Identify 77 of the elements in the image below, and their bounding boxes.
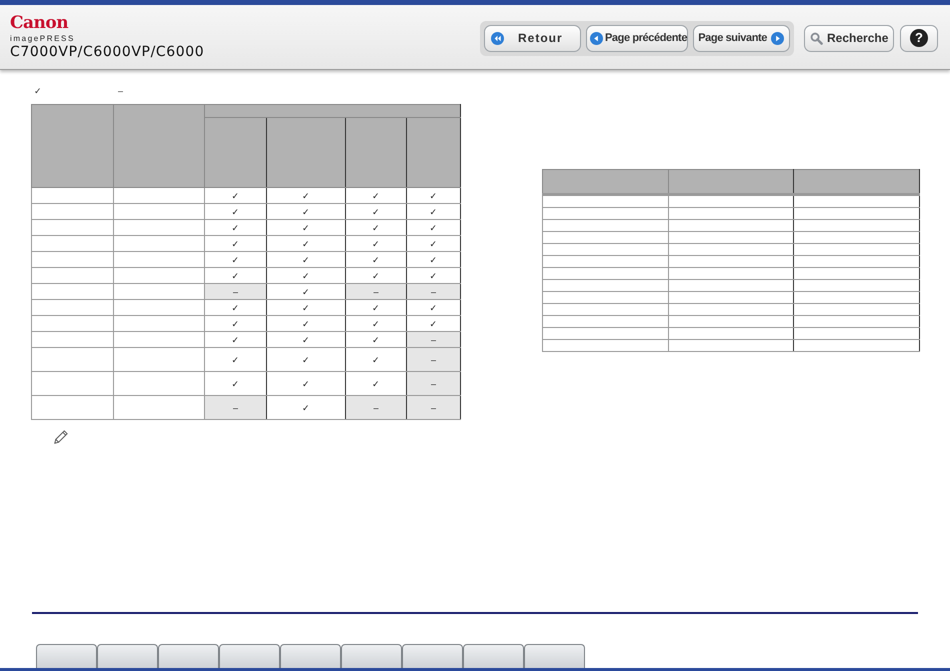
table-cell: ✓ <box>266 188 346 204</box>
table-cell: ✓ <box>266 396 346 420</box>
table-cell: ✓ <box>266 204 346 220</box>
table-cell: ✓ <box>406 188 460 204</box>
table-cell: ✓ <box>346 300 406 316</box>
table-cell: ✓ <box>346 316 406 332</box>
header-cell <box>406 118 460 188</box>
table-cell: ✓ <box>266 348 346 372</box>
table-cell: ✓ <box>266 316 346 332</box>
table-cell: ✓ <box>346 204 406 220</box>
table-cell: ✓ <box>266 268 346 284</box>
nav-tab[interactable] <box>280 644 341 668</box>
nav-tab[interactable] <box>463 644 524 668</box>
help-button[interactable]: ? <box>900 24 938 52</box>
table-cell: ✓ <box>406 236 460 252</box>
table-cell: ✓ <box>266 284 346 300</box>
table-cell: ✓ <box>204 220 266 236</box>
brand-logo: Canon <box>10 14 68 32</box>
table-cell: – <box>406 396 460 420</box>
nav-tab[interactable] <box>341 644 402 668</box>
header-cell <box>346 118 406 188</box>
table-cell: – <box>346 396 406 420</box>
header-cell <box>204 118 266 188</box>
legend-symbol: ✓ <box>34 86 43 96</box>
nav-tab[interactable] <box>219 644 280 668</box>
table-cell: ✓ <box>406 316 460 332</box>
table-cell: ✓ <box>346 348 406 372</box>
table-cell: ✓ <box>266 236 346 252</box>
table-cell: ✓ <box>406 268 460 284</box>
table-cell: ✓ <box>266 220 346 236</box>
toolbar-button[interactable]: Retour <box>484 24 581 52</box>
table-cell: ✓ <box>346 268 406 284</box>
table-cell: ✓ <box>266 300 346 316</box>
nav-tab[interactable] <box>158 644 219 668</box>
table-cell: ✓ <box>204 188 266 204</box>
table-cell: ✓ <box>406 220 460 236</box>
table-cell: – <box>204 284 266 300</box>
nav-tab[interactable] <box>97 644 158 668</box>
table-cell: ✓ <box>346 220 406 236</box>
nav-tab[interactable] <box>36 644 97 668</box>
nav-tab[interactable] <box>402 644 463 668</box>
table-cell: – <box>346 284 406 300</box>
nav-tab[interactable] <box>524 644 585 668</box>
table-cell: ✓ <box>204 372 266 396</box>
table-cell: ✓ <box>346 332 406 348</box>
table-cell: ✓ <box>204 204 266 220</box>
table-cell: ✓ <box>204 268 266 284</box>
table-cell: ✓ <box>204 300 266 316</box>
toolbar-button[interactable]: Page suivante <box>693 24 790 52</box>
table-cell: – <box>406 348 460 372</box>
table-cell: – <box>406 284 460 300</box>
table-cell: ✓ <box>406 252 460 268</box>
table-cell: ✓ <box>346 252 406 268</box>
rewind-icon <box>491 32 504 44</box>
table-cell: ✓ <box>346 372 406 396</box>
table-cell: ✓ <box>406 204 460 220</box>
pencil-icon <box>52 429 69 446</box>
table-cell: ✓ <box>406 300 460 316</box>
table-cell: ✓ <box>204 252 266 268</box>
table-cell: ✓ <box>204 348 266 372</box>
table-cell: ✓ <box>204 236 266 252</box>
table-cell: ✓ <box>266 372 346 396</box>
table-cell: – <box>406 332 460 348</box>
toolbar-button[interactable]: Page précédente <box>586 24 688 52</box>
table-cell: ✓ <box>266 332 346 348</box>
table-cell: ✓ <box>266 252 346 268</box>
search-button[interactable]: Recherche <box>804 24 894 52</box>
table-cell: ✓ <box>204 332 266 348</box>
model-name: C7000VP/C6000VP/C6000 <box>10 44 204 60</box>
table-cell: – <box>204 396 266 420</box>
legend-symbol: – <box>118 86 124 96</box>
search-icon <box>810 32 823 44</box>
table-cell: ✓ <box>346 188 406 204</box>
table-cell: ✓ <box>346 236 406 252</box>
product-line: imagePRESS <box>10 34 75 44</box>
table-cell: – <box>406 372 460 396</box>
table-cell: ✓ <box>204 316 266 332</box>
